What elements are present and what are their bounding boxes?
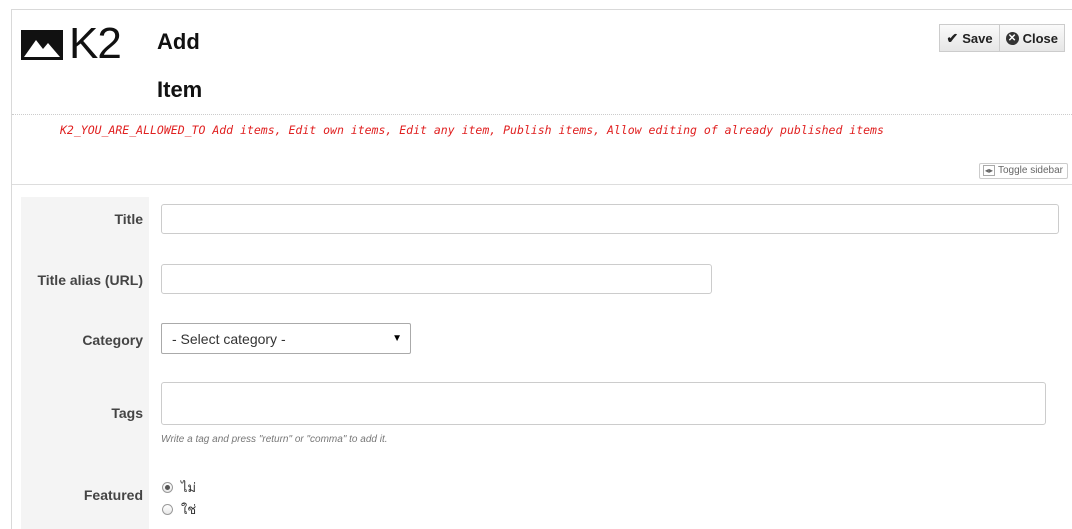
toggle-arrows-icon: ◂▸ [982, 165, 995, 176]
tags-label: Tags [111, 405, 143, 421]
close-button-label: Close [1022, 30, 1058, 46]
close-circle-icon: ✕ [1005, 31, 1019, 45]
title-input[interactable] [161, 204, 1059, 234]
title-alias-input[interactable] [161, 264, 712, 294]
page-title-line2: Item [157, 77, 203, 102]
chevron-down-icon: ▼ [392, 333, 402, 344]
k2-logo: K2 [21, 22, 139, 66]
header-divider [12, 114, 1072, 115]
toggle-sidebar-label: Toggle sidebar [997, 165, 1063, 176]
save-button-label: Save [962, 30, 993, 46]
toggle-sidebar-button[interactable]: ◂▸ Toggle sidebar [978, 163, 1068, 179]
mountain-logo-icon [21, 30, 63, 60]
title-alias-label: Title alias (URL) [37, 272, 143, 288]
permissions-message: K2_YOU_ARE_ALLOWED_TO Add items, Edit ow… [60, 123, 884, 137]
featured-option-no[interactable]: ไม่ [162, 477, 196, 498]
label-column [21, 197, 149, 529]
category-label: Category [82, 332, 143, 348]
toolbar: ✔ Save ✕ Close [939, 24, 1065, 52]
page-title-line1: Add [157, 29, 200, 54]
tags-input[interactable] [161, 382, 1046, 425]
save-button[interactable]: ✔ Save [939, 24, 1000, 52]
featured-option-yes-label: ใช่ [181, 503, 197, 518]
logo-text: K2 [69, 19, 122, 68]
close-button[interactable]: ✕ Close [999, 24, 1065, 52]
featured-option-no-label: ไม่ [181, 481, 197, 496]
radio-button-checked[interactable] [162, 482, 173, 493]
page-title: Add Item [157, 28, 202, 104]
tags-help-text: Write a tag and press "return" or "comma… [161, 434, 388, 445]
featured-option-yes[interactable]: ใช่ [162, 499, 196, 520]
category-select[interactable]: - Select category - ▼ [161, 323, 411, 354]
title-label: Title [114, 211, 143, 227]
checkmark-icon: ✔ [946, 29, 959, 46]
section-divider [12, 184, 1072, 185]
featured-label: Featured [83, 487, 143, 503]
category-selected-value: - Select category - [172, 330, 286, 347]
radio-button-unchecked[interactable] [162, 504, 173, 515]
